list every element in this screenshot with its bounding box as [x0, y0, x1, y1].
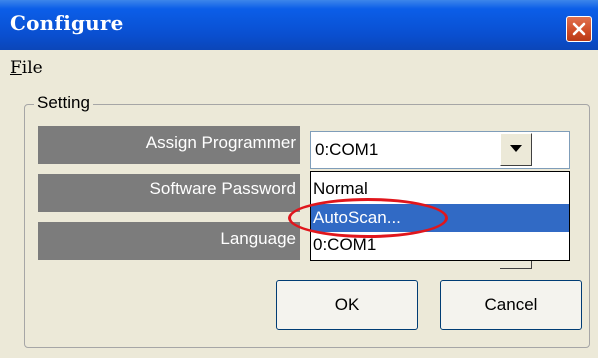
menu-bar: File	[0, 50, 598, 84]
window-title: Configure	[10, 11, 124, 35]
assign-programmer-value: 0:COM1	[315, 140, 379, 159]
assign-programmer-label: Assign Programmer	[38, 126, 300, 164]
cancel-button[interactable]: Cancel	[440, 280, 582, 330]
configure-dialog: Configure File Setting Assign Programmer…	[0, 0, 598, 358]
software-password-label: Software Password	[38, 174, 300, 212]
language-label: Language	[38, 222, 300, 260]
setting-group-label: Setting	[34, 93, 93, 113]
title-bar: Configure	[0, 0, 598, 50]
menu-file-label: ile	[21, 58, 43, 78]
menu-file[interactable]: File	[10, 58, 43, 78]
menu-file-mnemonic: F	[10, 58, 22, 78]
annotation-ellipse	[288, 198, 448, 238]
chevron-down-icon	[510, 145, 522, 152]
close-icon	[572, 22, 586, 36]
assign-programmer-dropdown-button[interactable]	[500, 133, 532, 166]
ok-button[interactable]: OK	[276, 280, 418, 330]
close-button[interactable]	[566, 16, 592, 42]
